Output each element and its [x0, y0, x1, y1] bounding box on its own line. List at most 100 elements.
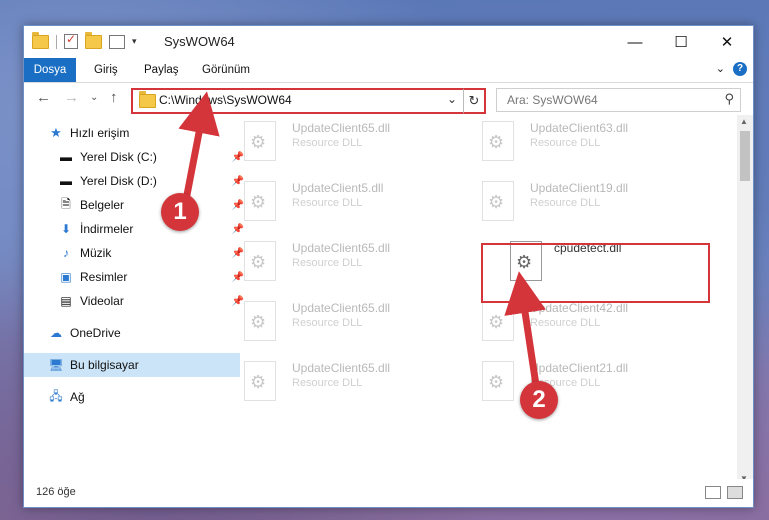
chevron-down-icon[interactable]: ▾ — [132, 36, 137, 47]
file-type: Resource DLL — [292, 137, 363, 149]
back-button[interactable]: ← — [36, 89, 51, 106]
sidebar-item-local-disk-c[interactable]: ▬ Yerel Disk (C:) 📌 — [24, 145, 250, 169]
documents-icon: 🗎 — [61, 196, 71, 211]
sidebar-item-label: Yerel Disk (C:) — [80, 150, 157, 164]
file-type: Resource DLL — [530, 317, 601, 329]
dll-file-icon — [482, 361, 514, 401]
navigation-pane: ★ Hızlı erişim ▬ Yerel Disk (C:) 📌 ▬ Yer… — [24, 121, 244, 471]
step-1-badge: 1 — [161, 193, 199, 231]
file-item[interactable]: UpdateClient65.dll Resource DLL — [224, 235, 424, 287]
title-bar: ▾ SysWOW64 — ☐ ✕ — [24, 26, 753, 58]
highlight-box — [481, 243, 710, 303]
sidebar-item-label: Yerel Disk (D:) — [80, 174, 157, 188]
sidebar-item-label: Müzik — [80, 246, 112, 260]
dll-file-icon — [244, 301, 276, 341]
item-count: 126 öğe — [36, 486, 76, 498]
file-type: Resource DLL — [530, 137, 601, 149]
file-item[interactable]: UpdateClient63.dll Resource DLL — [462, 115, 662, 167]
new-folder-icon[interactable] — [85, 31, 102, 49]
file-name: UpdateClient63.dll — [530, 121, 629, 135]
cloud-icon: ☁ — [50, 326, 62, 340]
sidebar-item-label: Belgeler — [80, 198, 125, 212]
sidebar-item-quick-access[interactable]: ★ Hızlı erişim — [24, 121, 240, 145]
file-item[interactable]: UpdateClient65.dll Resource DLL — [224, 355, 424, 407]
quick-access-toolbar: ▾ — [32, 31, 137, 49]
sidebar-item-network[interactable]: 🖧 Ağ — [24, 385, 240, 409]
sidebar-item-pictures[interactable]: ▣ Resimler 📌 — [24, 265, 250, 289]
sidebar-item-this-pc[interactable]: 🖥 Bu bilgisayar — [24, 353, 240, 377]
file-name: UpdateClient65.dll — [292, 121, 391, 135]
tab-share[interactable]: Paylaş — [144, 58, 179, 82]
large-icons-view-icon[interactable] — [727, 486, 743, 499]
sidebar-item-videos[interactable]: ▤ Videolar 📌 — [24, 289, 250, 313]
maximize-button[interactable]: ☐ — [658, 26, 704, 58]
file-name: UpdateClient42.dll — [530, 301, 629, 315]
chevron-down-icon[interactable]: ⌄ — [447, 92, 457, 106]
scrollbar-thumb[interactable] — [740, 131, 750, 181]
file-type: Resource DLL — [530, 197, 601, 209]
help-icon[interactable]: ? — [733, 62, 747, 76]
sidebar-item-label: Videolar — [80, 294, 124, 308]
music-icon: ♪ — [63, 246, 69, 260]
file-name: UpdateClient21.dll — [530, 361, 629, 375]
tab-home[interactable]: Giriş — [94, 58, 118, 82]
sidebar-item-music[interactable]: ♪ Müzik 📌 — [24, 241, 250, 265]
ribbon: Dosya Giriş Paylaş Görünüm ⌄ ? — [24, 58, 753, 83]
minimize-button[interactable]: — — [612, 26, 658, 58]
file-item[interactable]: UpdateClient5.dll Resource DLL — [224, 175, 424, 227]
file-item[interactable]: UpdateClient65.dll Resource DLL — [224, 115, 424, 167]
navigation-bar: ← → ⌄ ↑ C:\Windows\SysWOW64 ⌄ ↻ Ara: Sys… — [24, 83, 753, 115]
file-type: Resource DLL — [292, 377, 363, 389]
sidebar-item-downloads[interactable]: ⬇ İndirmeler 📌 — [24, 217, 250, 241]
scroll-up-icon[interactable]: ▲ — [740, 117, 748, 126]
dll-file-icon — [244, 361, 276, 401]
sidebar-item-label: OneDrive — [70, 326, 121, 340]
dll-file-icon — [244, 181, 276, 221]
search-icon[interactable]: ⚲ — [724, 91, 734, 107]
sidebar-item-label: Hızlı erişim — [70, 126, 130, 140]
sidebar-item-onedrive[interactable]: ☁ OneDrive — [24, 321, 240, 345]
sidebar-item-documents[interactable]: 🗎 Belgeler 📌 — [24, 193, 250, 217]
window-title: SysWOW64 — [164, 34, 235, 49]
pictures-icon: ▣ — [60, 270, 72, 284]
file-item[interactable]: UpdateClient65.dll Resource DLL — [224, 295, 424, 347]
file-name: UpdateClient65.dll — [292, 361, 391, 375]
videos-icon: ▤ — [60, 294, 72, 308]
up-button[interactable]: ↑ — [110, 89, 118, 106]
vertical-scrollbar[interactable]: ▲ ▼ — [737, 115, 753, 485]
drive-icon: ▬ — [60, 174, 72, 188]
tab-view[interactable]: Görünüm — [202, 58, 250, 82]
details-view-icon[interactable] — [705, 486, 721, 499]
star-icon: ★ — [50, 125, 62, 140]
network-icon: 🖧 — [49, 388, 63, 403]
properties-icon[interactable] — [64, 32, 78, 49]
customize-icon[interactable] — [109, 34, 125, 49]
step-2-badge: 2 — [520, 381, 558, 419]
file-item[interactable]: UpdateClient19.dll Resource DLL — [462, 175, 662, 227]
drive-icon: ▬ — [60, 150, 72, 164]
sidebar-item-local-disk-d[interactable]: ▬ Yerel Disk (D:) 📌 — [24, 169, 250, 193]
sidebar-item-label: Bu bilgisayar — [70, 358, 139, 372]
close-button[interactable]: ✕ — [704, 26, 750, 58]
status-bar: 126 öğe — [24, 479, 753, 507]
dll-file-icon — [244, 241, 276, 281]
explorer-window: ▾ SysWOW64 — ☐ ✕ Dosya Giriş Paylaş Görü… — [23, 25, 754, 508]
file-name: UpdateClient5.dll — [292, 181, 384, 195]
refresh-button[interactable]: ↻ — [463, 88, 486, 114]
tab-file[interactable]: Dosya — [24, 58, 76, 82]
search-placeholder: Ara: SysWOW64 — [507, 93, 598, 107]
recent-locations-button[interactable]: ⌄ — [90, 92, 98, 103]
search-input[interactable]: Ara: SysWOW64 ⚲ — [496, 88, 741, 112]
file-type: Resource DLL — [292, 197, 363, 209]
ribbon-expand-icon[interactable]: ⌄ — [716, 62, 725, 75]
dll-file-icon — [244, 121, 276, 161]
address-bar[interactable]: C:\Windows\SysWOW64 ⌄ — [131, 88, 469, 114]
file-item[interactable]: UpdateClient21.dll Resource DLL — [462, 355, 662, 407]
address-path: C:\Windows\SysWOW64 — [159, 93, 292, 107]
sidebar-item-label: İndirmeler — [80, 222, 134, 236]
forward-button[interactable]: → — [64, 89, 79, 106]
folder-icon — [32, 31, 49, 49]
folder-icon — [139, 91, 156, 108]
file-name: UpdateClient65.dll — [292, 301, 391, 315]
sidebar-item-label: Resimler — [80, 270, 128, 284]
